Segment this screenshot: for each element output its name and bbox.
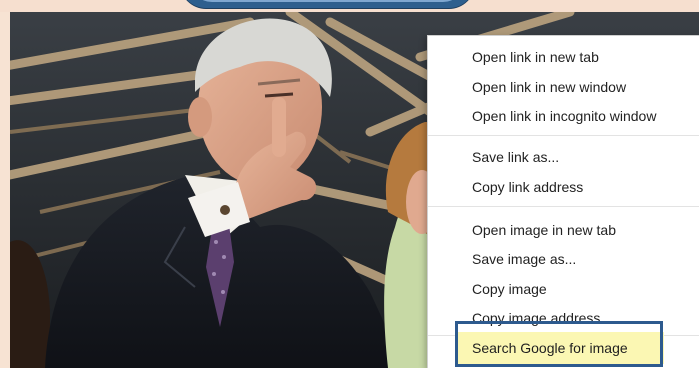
menu-item-copy-image[interactable]: Copy image [428,276,699,302]
menu-item-open-image-new-tab[interactable]: Open image in new tab [428,217,699,243]
menu-item-open-link-new-tab[interactable]: Open link in new tab [428,44,699,70]
context-menu: Open link in new tab Open link in new wi… [427,35,699,368]
highlight-callout-box [455,321,663,367]
menu-item-open-link-new-window[interactable]: Open link in new window [428,74,699,100]
menu-item-save-image-as[interactable]: Save image as... [428,246,699,272]
menu-separator [428,206,699,207]
menu-item-copy-link-address[interactable]: Copy link address [428,174,699,200]
menu-separator [428,135,699,136]
top-tab-inner-decoration [190,0,465,2]
menu-item-open-link-incognito[interactable]: Open link in incognito window [428,103,699,129]
menu-item-save-link-as[interactable]: Save link as... [428,144,699,170]
